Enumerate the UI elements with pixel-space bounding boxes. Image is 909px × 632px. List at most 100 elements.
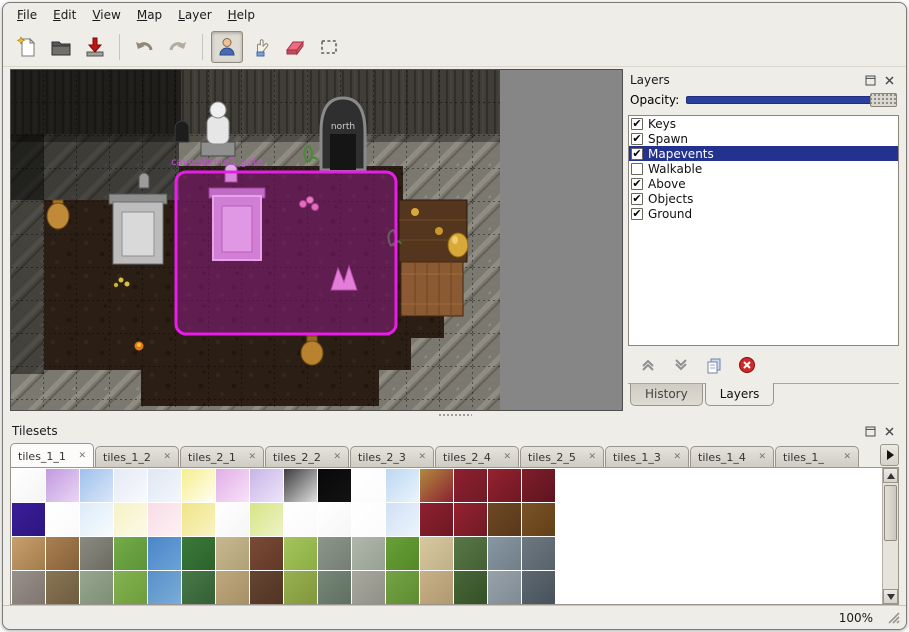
tile-3-3[interactable]	[114, 571, 147, 604]
raise-layer-button[interactable]	[636, 353, 660, 377]
tile-1-12[interactable]	[420, 503, 453, 536]
layer-visibility-checkbox[interactable]	[631, 163, 643, 175]
eraser-tool-button[interactable]	[279, 31, 311, 63]
tile-0-10[interactable]	[352, 469, 385, 502]
dock-tab-history[interactable]: History	[630, 384, 703, 406]
tile-3-9[interactable]	[318, 571, 351, 604]
tile-3-15[interactable]	[522, 571, 555, 604]
layer-row-walkable[interactable]: Walkable	[629, 161, 898, 176]
tile-0-14[interactable]	[488, 469, 521, 502]
tile-3-8[interactable]	[284, 571, 317, 604]
tile-1-8[interactable]	[284, 503, 317, 536]
tile-1-11[interactable]	[386, 503, 419, 536]
tile-1-15[interactable]	[522, 503, 555, 536]
menu-item-edit[interactable]: Edit	[45, 5, 84, 25]
tile-1-7[interactable]	[250, 503, 283, 536]
opacity-slider-track[interactable]	[686, 96, 897, 104]
tileset-tab-tiles_1_2[interactable]: tiles_1_2✕	[95, 446, 179, 467]
tab-close-icon[interactable]: ✕	[418, 452, 426, 462]
redo-button[interactable]	[162, 31, 194, 63]
tile-1-6[interactable]	[216, 503, 249, 536]
tile-3-5[interactable]	[182, 571, 215, 604]
tileset-tab-tiles_2_5[interactable]: tiles_2_5✕	[520, 446, 604, 467]
menu-item-map[interactable]: Map	[129, 5, 170, 25]
mapevent-selection-rectangle[interactable]	[176, 172, 396, 334]
tile-3-2[interactable]	[80, 571, 113, 604]
tab-close-icon[interactable]: ✕	[673, 452, 681, 462]
layer-visibility-checkbox[interactable]: ✔	[631, 148, 643, 160]
menu-item-help[interactable]: Help	[220, 5, 263, 25]
hand-tool-button[interactable]	[245, 31, 277, 63]
layer-row-above[interactable]: ✔Above	[629, 176, 898, 191]
tile-3-14[interactable]	[488, 571, 521, 604]
tile-0-7[interactable]	[250, 469, 283, 502]
layer-row-mapevents[interactable]: ✔Mapevents	[629, 146, 898, 161]
tile-3-0[interactable]	[12, 571, 45, 604]
tab-close-icon[interactable]: ✕	[333, 452, 341, 462]
tile-2-2[interactable]	[80, 537, 113, 570]
tile-1-9[interactable]	[318, 503, 351, 536]
tile-1-5[interactable]	[182, 503, 215, 536]
open-map-button[interactable]	[45, 31, 77, 63]
tile-1-4[interactable]	[148, 503, 181, 536]
map-canvas[interactable]: north	[11, 70, 623, 411]
tileset-tab-tiles_1_[interactable]: tiles_1_✕	[775, 446, 859, 467]
scroll-up-button[interactable]	[883, 468, 898, 483]
tile-0-3[interactable]	[114, 469, 147, 502]
menu-item-layer[interactable]: Layer	[170, 5, 219, 25]
duplicate-layer-button[interactable]	[702, 353, 726, 377]
tile-2-13[interactable]	[454, 537, 487, 570]
resize-grip-icon[interactable]	[887, 611, 900, 624]
event-tool-button[interactable]	[211, 31, 243, 63]
tile-1-13[interactable]	[454, 503, 487, 536]
tile-0-5[interactable]	[182, 469, 215, 502]
tileset-tab-tiles_1_1[interactable]: tiles_1_1✕	[10, 443, 94, 467]
tile-2-5[interactable]	[182, 537, 215, 570]
tile-3-12[interactable]	[420, 571, 453, 604]
layer-row-ground[interactable]: ✔Ground	[629, 206, 898, 221]
lower-layer-button[interactable]	[669, 353, 693, 377]
tile-2-8[interactable]	[284, 537, 317, 570]
tileset-tab-tiles_1_4[interactable]: tiles_1_4✕	[690, 446, 774, 467]
scroll-down-button[interactable]	[883, 589, 898, 604]
tile-0-0[interactable]	[12, 469, 45, 502]
dock-tab-layers[interactable]: Layers	[705, 383, 775, 406]
scrollbar-track[interactable]	[883, 483, 898, 589]
select-tool-button[interactable]	[313, 31, 345, 63]
tile-0-1[interactable]	[46, 469, 79, 502]
tileset-tab-tiles_1_3[interactable]: tiles_1_3✕	[605, 446, 689, 467]
tileset-tab-tiles_2_1[interactable]: tiles_2_1✕	[180, 446, 264, 467]
tab-close-icon[interactable]: ✕	[163, 452, 171, 462]
tile-1-2[interactable]	[80, 503, 113, 536]
menu-item-view[interactable]: View	[84, 5, 128, 25]
tileset-tab-tiles_2_2[interactable]: tiles_2_2✕	[265, 446, 349, 467]
tileset-tab-tiles_2_3[interactable]: tiles_2_3✕	[350, 446, 434, 467]
tile-0-9[interactable]	[318, 469, 351, 502]
tab-close-icon[interactable]: ✕	[588, 452, 596, 462]
tab-scroll-right-button[interactable]	[880, 444, 899, 466]
tile-2-1[interactable]	[46, 537, 79, 570]
layer-visibility-checkbox[interactable]: ✔	[631, 118, 643, 130]
layer-row-spawn[interactable]: ✔Spawn	[629, 131, 898, 146]
tile-2-9[interactable]	[318, 537, 351, 570]
layer-visibility-checkbox[interactable]: ✔	[631, 133, 643, 145]
tile-2-14[interactable]	[488, 537, 521, 570]
undo-button[interactable]	[128, 31, 160, 63]
tile-2-3[interactable]	[114, 537, 147, 570]
tab-close-icon[interactable]: ✕	[248, 452, 256, 462]
detach-tilesets-button[interactable]	[863, 424, 878, 439]
tile-0-13[interactable]	[454, 469, 487, 502]
tile-3-7[interactable]	[250, 571, 283, 604]
tileset-scrollbar[interactable]	[882, 468, 898, 604]
tile-3-10[interactable]	[352, 571, 385, 604]
tileset-tab-tiles_2_4[interactable]: tiles_2_4✕	[435, 446, 519, 467]
tile-0-8[interactable]	[284, 469, 317, 502]
tile-0-2[interactable]	[80, 469, 113, 502]
tile-1-14[interactable]	[488, 503, 521, 536]
tile-3-11[interactable]	[386, 571, 419, 604]
tile-2-12[interactable]	[420, 537, 453, 570]
tile-2-4[interactable]	[148, 537, 181, 570]
tile-0-12[interactable]	[420, 469, 453, 502]
tab-close-icon[interactable]: ✕	[503, 452, 511, 462]
tab-close-icon[interactable]: ✕	[843, 452, 851, 462]
